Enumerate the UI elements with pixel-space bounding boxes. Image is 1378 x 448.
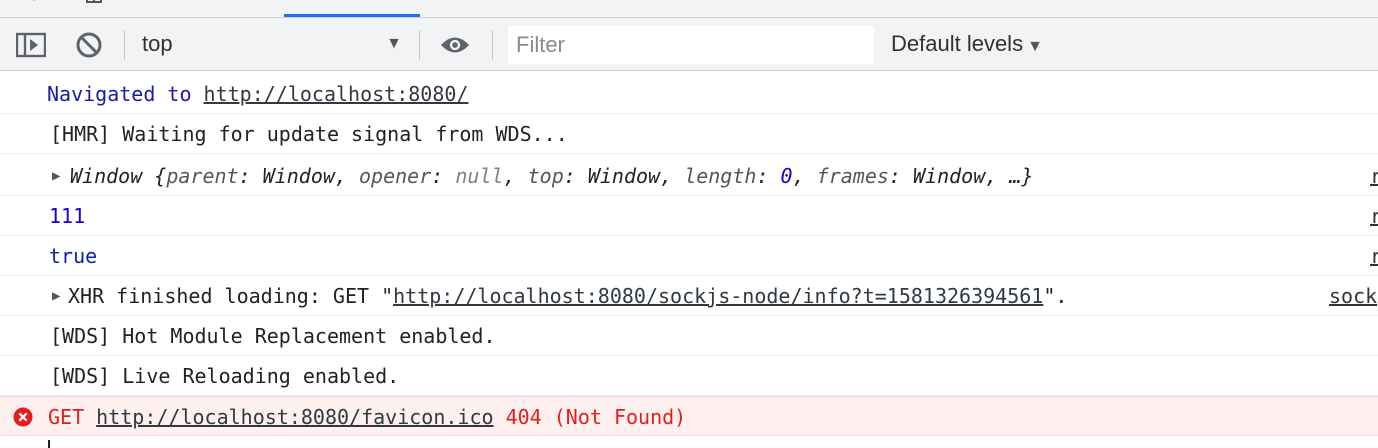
toggle-sidebar-button[interactable] [16,30,46,60]
toolbar-separator [124,30,125,60]
console-toolbar: top ▼ Default levels▼ [0,18,1378,71]
console-message-log: [WDS] Hot Module Replacement enabled. [0,316,1378,356]
expand-object-triangle-icon[interactable]: ▶ [52,156,60,196]
tab-label-fragment[interactable] [1170,0,1186,4]
navigated-prefix: Navigated to [47,82,192,106]
clear-console-icon [76,32,102,58]
console-message-log: [HMR] Waiting for update signal from WDS… [0,114,1378,154]
console-message-object: ▶ Window {parent: Window, opener: null, … [0,156,1378,196]
toolbar-separator [492,30,493,60]
navigated-url-link[interactable]: http://localhost:8080/ [204,82,469,106]
error-url-link[interactable]: http://localhost:8080/favicon.ico [96,405,493,429]
log-levels-dropdown[interactable]: Default levels ▼ [891,26,1043,62]
error-method: GET [48,405,85,429]
inspect-element-icon[interactable] [28,0,44,4]
console-prompt-caret[interactable] [48,440,50,448]
log-text: [WDS] Hot Module Replacement enabled. [50,324,496,348]
tab-label-fragment[interactable] [740,0,756,4]
number-value: 111 [49,204,86,228]
filter-input[interactable] [508,26,874,64]
log-text: [WDS] Live Reloading enabled. [50,364,400,388]
console-messages: Navigated to http://localhost:8080/ [HMR… [0,72,1378,448]
console-message-navigation: Navigated to http://localhost:8080/ [0,74,1378,114]
console-message-boolean: true r [0,236,1378,276]
context-select-value: top [142,31,173,56]
console-message-error: GET http://localhost:8080/favicon.ico 40… [0,396,1378,436]
live-expression-button[interactable] [440,30,470,60]
sidebar-toggle-icon [16,32,46,58]
context-dropdown-arrow-icon: ▼ [386,35,402,52]
tab-label-fragment[interactable] [1278,0,1294,4]
device-toolbar-icon[interactable] [86,0,102,4]
source-link[interactable]: r [1370,156,1378,196]
xhr-url-link[interactable]: http://localhost:8080/sockjs-node/info?t… [393,284,1043,308]
levels-dropdown-arrow-icon: ▼ [1027,38,1043,55]
clear-console-button[interactable] [74,30,104,60]
toolbar-separator [419,30,420,60]
error-icon [13,407,33,427]
log-levels-label: Default levels [891,31,1024,56]
devtools-tabstrip [0,0,1378,18]
log-text: [HMR] Waiting for update signal from WDS… [50,122,568,146]
source-link[interactable]: sock [1329,276,1377,316]
active-tab-indicator [284,14,420,17]
source-link[interactable]: r [1370,196,1378,236]
console-message-xhr: ▶ XHR finished loading: GET "http://loca… [0,276,1378,316]
error-status: 404 (Not Found) [505,405,687,429]
window-object-preview[interactable]: Window {parent: Window, opener: null, to… [70,156,1033,196]
expand-xhr-triangle-icon[interactable]: ▶ [52,276,60,316]
boolean-value: true [49,244,98,268]
console-message-number: 111 r [0,196,1378,236]
eye-icon [440,37,470,53]
console-message-log: [WDS] Live Reloading enabled. [0,356,1378,396]
source-link[interactable]: r [1370,236,1378,276]
execution-context-select[interactable]: top ▼ [142,26,408,62]
